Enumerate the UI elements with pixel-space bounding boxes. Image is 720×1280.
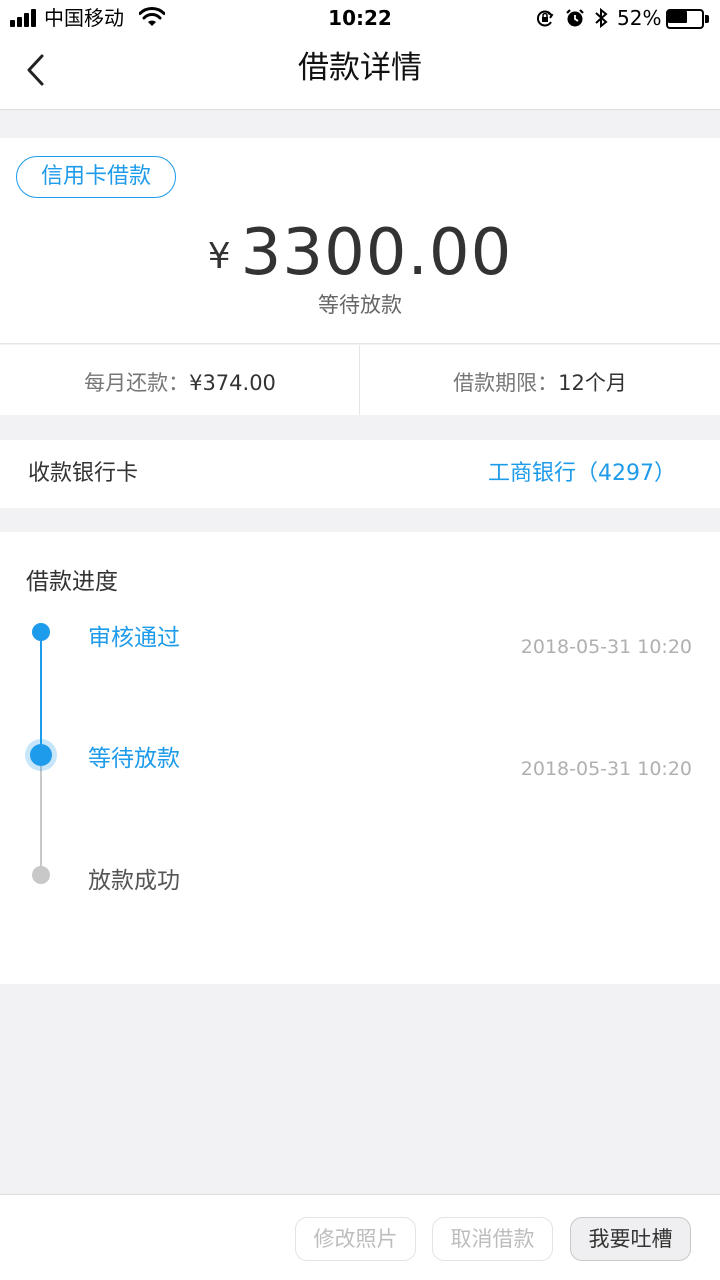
monthly-repayment: 每月还款：¥374.00: [0, 345, 360, 415]
alarm-icon: [566, 9, 584, 27]
loan-status: 等待放款: [318, 293, 402, 317]
feedback-button[interactable]: 我要吐槽: [570, 1217, 691, 1261]
step-label-disbursed: 放款成功: [88, 868, 180, 894]
battery-percent: 52%: [617, 6, 662, 30]
loan-term-value: 12个月: [558, 371, 627, 395]
orientation-lock-icon: [537, 10, 554, 27]
bluetooth-icon: [595, 7, 608, 29]
battery-icon: [666, 9, 710, 29]
step-label-awaiting: 等待放款: [88, 746, 180, 772]
loan-stats-row: 每月还款：¥374.00 借款期限：12个月: [0, 345, 720, 415]
edit-photo-button[interactable]: 修改照片: [295, 1217, 416, 1261]
timeline-line-done: [40, 632, 42, 754]
loan-amount: ¥3300.00: [0, 216, 720, 290]
loan-type-tag: 信用卡借款: [16, 156, 176, 198]
loan-term-label: 借款期限：: [453, 371, 559, 395]
step-label-approved: 审核通过: [88, 625, 180, 651]
timeline-line-pending: [40, 754, 42, 876]
bank-card-label: 收款银行卡: [28, 461, 139, 486]
monthly-repayment-label: 每月还款：: [84, 371, 190, 395]
monthly-repayment-value: ¥374.00: [189, 371, 276, 395]
clock: 10:22: [328, 6, 392, 30]
progress-title: 借款进度: [26, 569, 118, 595]
nav-bar: 借款详情: [0, 36, 720, 110]
amount-value: 3300.00: [240, 216, 513, 290]
step-time-approved: 2018-05-31 10:20: [520, 636, 692, 658]
timeline-dot-done: [32, 623, 50, 641]
status-bar: 中国移动 10:22 52%: [0, 0, 720, 36]
step-time-awaiting: 2018-05-31 10:20: [520, 758, 692, 780]
loan-term: 借款期限：12个月: [360, 345, 720, 415]
timeline-dot-current: [30, 744, 52, 766]
loan-summary-card: 信用卡借款 ¥3300.00 等待放款: [0, 138, 720, 344]
bottom-action-bar: 修改照片 取消借款 我要吐槽: [0, 1194, 720, 1280]
receiving-bank-card-row[interactable]: 收款银行卡 工商银行（4297）: [0, 440, 720, 508]
bank-card-value[interactable]: 工商银行（4297）: [488, 440, 676, 508]
page-title: 借款详情: [298, 50, 422, 86]
loan-progress-card: 借款进度 审核通过 2018-05-31 10:20 等待放款 2018-05-…: [0, 532, 720, 984]
currency-symbol: ¥: [207, 236, 231, 277]
cancel-loan-button[interactable]: 取消借款: [432, 1217, 553, 1261]
timeline-dot-pending: [32, 866, 50, 884]
